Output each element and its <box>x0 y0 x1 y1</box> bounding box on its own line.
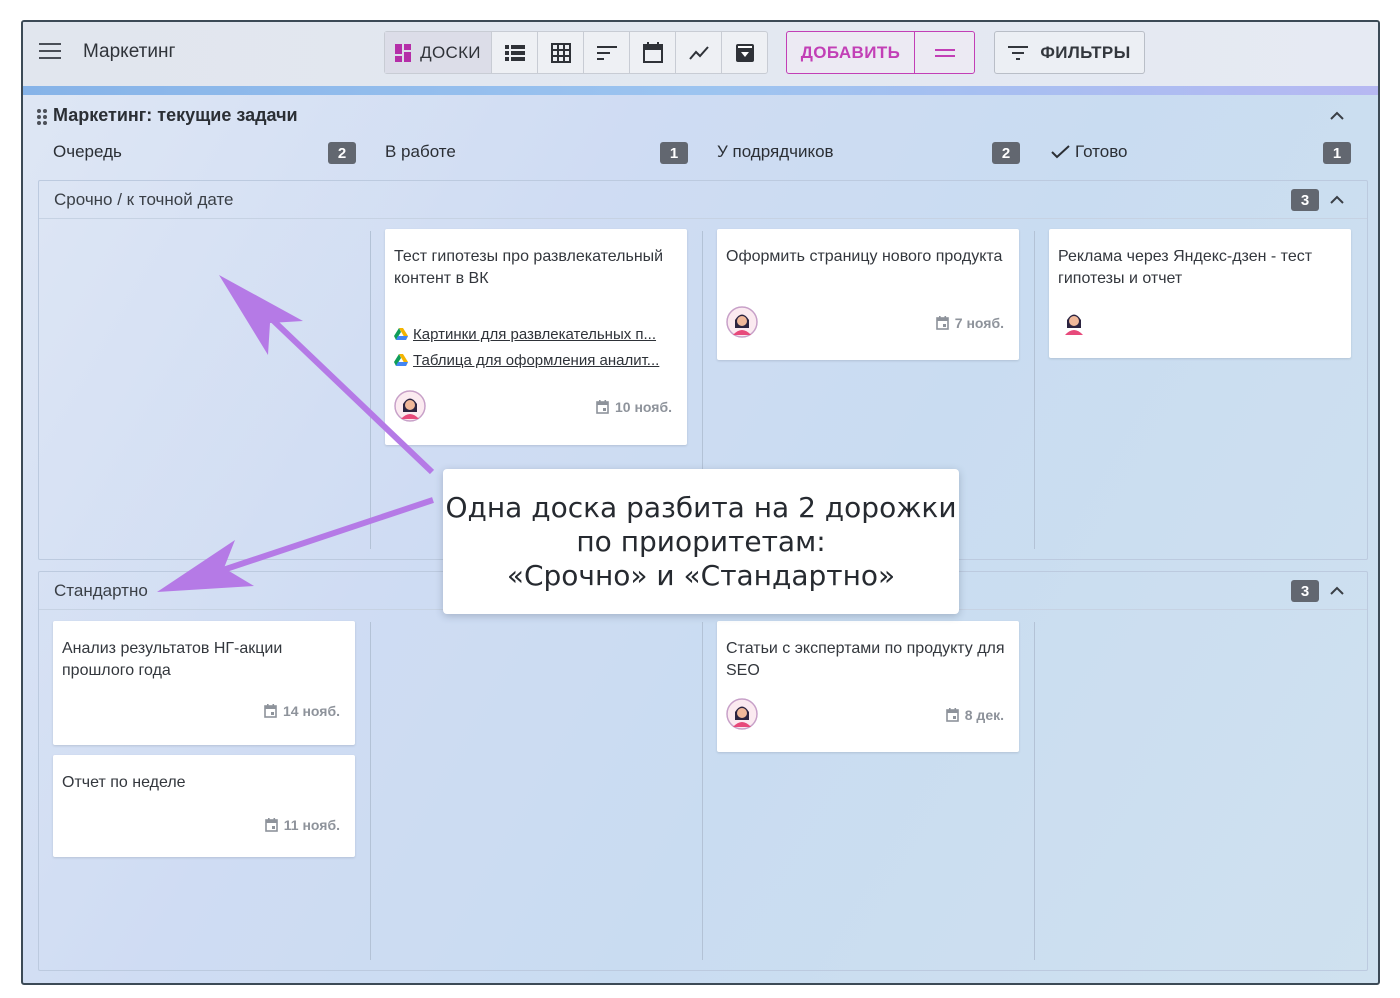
due-date: 10 нояб. <box>596 397 672 417</box>
due-date-text: 10 нояб. <box>615 399 672 415</box>
callout-text: Одна доска разбита на 2 дорожки по приор… <box>445 490 957 592</box>
card-title: Оформить страницу нового продукта <box>726 248 1003 265</box>
view-calendar-button[interactable] <box>629 32 675 73</box>
drag-handle-icon[interactable] <box>37 109 47 125</box>
chevron-up-icon[interactable] <box>1327 581 1347 601</box>
due-date: 11 нояб. <box>264 815 340 835</box>
chart-icon <box>688 45 709 60</box>
checkmark-icon <box>1051 145 1070 159</box>
task-card[interactable]: Тест гипотезы про развлекательный контен… <box>385 229 687 445</box>
list-icon <box>504 44 525 61</box>
attachment-name: Картинки для развлекательных п... <box>413 325 657 343</box>
chevron-up-icon[interactable] <box>1327 190 1347 210</box>
task-card[interactable]: Оформить страницу нового продукта 7 нояб… <box>717 229 1019 360</box>
count-badge: 1 <box>1323 142 1351 164</box>
calendar-icon <box>596 400 609 414</box>
add-button[interactable]: ДОБАВИТЬ <box>787 32 914 73</box>
due-date-text: 11 нояб. <box>283 817 340 833</box>
sort-icon <box>596 45 617 60</box>
avatar[interactable] <box>394 390 426 422</box>
archive-icon <box>735 43 754 62</box>
filter-button[interactable]: ФИЛЬТРЫ <box>994 31 1145 74</box>
card-title: Отчет по неделе <box>62 774 186 791</box>
column-divider <box>702 622 703 960</box>
menu-lines-icon <box>934 48 955 57</box>
add-group: ДОБАВИТЬ <box>786 31 975 74</box>
chevron-up-icon[interactable] <box>1327 106 1347 126</box>
column-header-contractors[interactable]: У подрядчиков 2 <box>717 140 1021 166</box>
due-date: 14 нояб. <box>264 701 340 721</box>
count-badge: 1 <box>660 142 688 164</box>
attachment-link[interactable]: Таблица для оформления аналит... <box>394 350 676 370</box>
view-boards-label: ДОСКИ <box>420 42 481 62</box>
column-name: У подрядчиков <box>717 142 834 161</box>
filter-icon <box>1008 45 1029 60</box>
column-name: Готово <box>1075 142 1128 161</box>
due-date-text: 8 дек. <box>964 707 1004 723</box>
annotation-callout: Одна доска разбита на 2 дорожки по приор… <box>443 469 959 614</box>
column-name: Очередь <box>53 142 122 161</box>
view-switcher: ДОСКИ <box>384 31 768 74</box>
board-header: Маркетинг: текущие задачи <box>33 104 1363 128</box>
card-title: Анализ результатов НГ-акции прошлого год… <box>62 640 283 679</box>
swimlane-name: Стандартно <box>54 581 148 600</box>
calendar-icon <box>935 316 949 330</box>
calendar-icon <box>642 42 663 63</box>
count-badge: 2 <box>328 142 356 164</box>
due-date: 7 нояб. <box>935 313 1004 333</box>
card-title: Тест гипотезы про развлекательный контен… <box>394 248 664 287</box>
swimlane-header[interactable]: Срочно / к точной дате 3 <box>39 181 1367 219</box>
attachment-link[interactable]: Картинки для развлекательных п... <box>394 324 676 344</box>
table-icon <box>550 42 571 63</box>
due-date-text: 7 нояб. <box>954 315 1004 331</box>
board-icon <box>395 43 412 62</box>
google-drive-icon <box>394 354 408 366</box>
count-badge: 3 <box>1291 580 1319 602</box>
calendar-icon <box>264 818 278 832</box>
board-title: Маркетинг: текущие задачи <box>53 105 298 125</box>
column-divider <box>370 231 371 549</box>
avatar[interactable] <box>726 306 758 338</box>
column-header-queue[interactable]: Очередь 2 <box>53 140 357 166</box>
count-badge: 2 <box>992 142 1020 164</box>
due-date: 8 дек. <box>945 705 1004 725</box>
top-toolbar: Маркетинг ДОСКИ ДОБАВИТЬ ФИЛЬТРЫ <box>23 22 1378 86</box>
calendar-icon <box>264 704 277 718</box>
view-boards-button[interactable]: ДОСКИ <box>385 32 491 73</box>
swimlane-name: Срочно / к точной дате <box>54 190 234 209</box>
task-card[interactable]: Реклама через Яндекс-дзен - тест гипотез… <box>1049 229 1351 358</box>
task-card[interactable]: Анализ результатов НГ-акции прошлого год… <box>53 621 355 745</box>
view-chart-button[interactable] <box>675 32 721 73</box>
column-divider <box>1034 622 1035 960</box>
column-name: В работе <box>385 142 456 161</box>
task-card[interactable]: Статьи с экспертами по продукту для SEO … <box>717 621 1019 752</box>
app-title: Маркетинг <box>83 41 176 62</box>
view-archive-button[interactable] <box>721 32 767 73</box>
avatar[interactable] <box>1058 306 1090 338</box>
accent-divider <box>23 86 1378 95</box>
card-title: Статьи с экспертами по продукту для SEO <box>726 640 1005 679</box>
view-list-button[interactable] <box>491 32 537 73</box>
calendar-icon <box>945 708 959 722</box>
attachment-name: Таблица для оформления аналит... <box>413 351 660 369</box>
column-header-in-progress[interactable]: В работе 1 <box>385 140 689 166</box>
card-title: Реклама через Яндекс-дзен - тест гипотез… <box>1058 248 1313 287</box>
avatar[interactable] <box>726 698 758 730</box>
count-badge: 3 <box>1291 189 1319 211</box>
task-card[interactable]: Отчет по неделе 11 нояб. <box>53 755 355 857</box>
due-date-text: 14 нояб. <box>283 703 340 719</box>
google-drive-icon <box>394 328 408 340</box>
view-sort-button[interactable] <box>583 32 629 73</box>
column-divider <box>370 622 371 960</box>
column-header-done[interactable]: Готово 1 <box>1051 140 1353 166</box>
view-table-button[interactable] <box>537 32 583 73</box>
menu-icon[interactable] <box>39 43 61 59</box>
filter-label: ФИЛЬТРЫ <box>1040 42 1131 62</box>
column-divider <box>1034 231 1035 549</box>
add-menu-button[interactable] <box>914 32 974 73</box>
